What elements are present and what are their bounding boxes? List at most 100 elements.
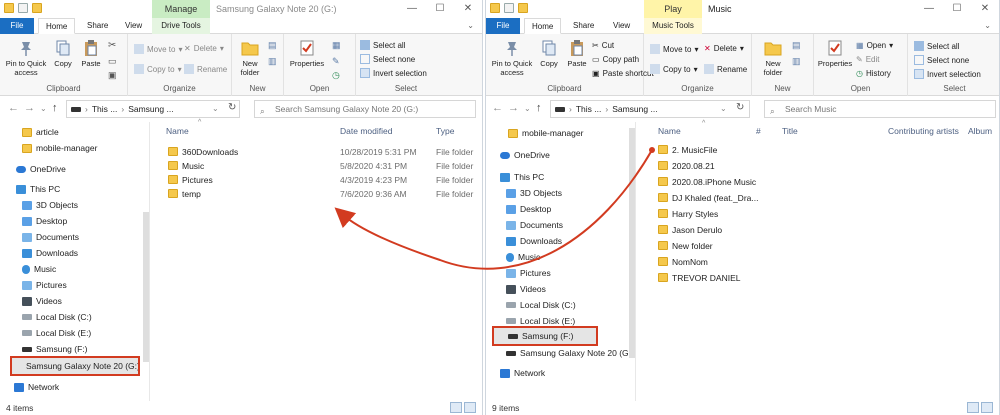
nav-item-documents[interactable]: Documents: [506, 218, 563, 232]
manage-context-tab[interactable]: Manage: [152, 0, 210, 18]
move-to-button[interactable]: Move to ▾: [650, 44, 698, 54]
nav-scrollbar[interactable]: [629, 128, 635, 358]
delete-button[interactable]: ✕ Delete ▾: [704, 44, 744, 53]
paste-shortcut-icon[interactable]: ▣: [108, 70, 117, 81]
minimize-icon[interactable]: —: [398, 0, 426, 18]
new-item-icon[interactable]: ▤: [792, 40, 801, 51]
nav-item-3d-objects[interactable]: 3D Objects: [22, 198, 78, 212]
column-header-type[interactable]: Type: [436, 126, 454, 136]
tab-share[interactable]: Share: [80, 18, 115, 34]
back-icon[interactable]: ←: [492, 102, 503, 114]
column-header-album[interactable]: Album: [968, 126, 992, 136]
tab-share[interactable]: Share: [566, 18, 601, 34]
table-row[interactable]: Music 5/8/2020 4:31 PM File folder: [168, 159, 473, 173]
nav-item-this-pc[interactable]: This PC: [500, 170, 544, 184]
list-item[interactable]: New folder: [658, 239, 713, 253]
copy-path-button[interactable]: ▭ Copy path: [592, 55, 639, 64]
new-folder-qat-icon[interactable]: [32, 3, 42, 13]
forward-icon[interactable]: →: [24, 102, 35, 114]
nav-item-videos[interactable]: Videos: [22, 294, 62, 308]
properties-qat-icon[interactable]: [18, 3, 28, 13]
nav-item-music[interactable]: Music: [22, 262, 56, 276]
nav-item-desktop[interactable]: Desktop: [22, 214, 67, 228]
table-row[interactable]: Pictures 4/3/2019 4:23 PM File folder: [168, 173, 473, 187]
breadcrumb-samsung[interactable]: Samsung ...: [612, 101, 657, 117]
large-icons-view-icon[interactable]: [464, 402, 476, 413]
nav-item-local-disk-e[interactable]: Local Disk (E:): [506, 314, 575, 328]
copy-to-button[interactable]: Copy to ▾: [650, 64, 698, 74]
nav-item-local-disk-c[interactable]: Local Disk (C:): [506, 298, 576, 312]
chevron-down-icon[interactable]: ⌄: [984, 21, 991, 30]
paste-button[interactable]: Paste: [78, 39, 104, 68]
tab-view[interactable]: View: [606, 18, 637, 34]
nav-item-mobile-manager[interactable]: mobile-manager: [508, 126, 583, 140]
column-header-title[interactable]: Title: [782, 126, 798, 136]
nav-item-samsung-galaxy-note-20[interactable]: Samsung Galaxy Note 20 (G:): [10, 356, 140, 376]
list-item[interactable]: 2020.08.iPhone Music: [658, 175, 756, 189]
nav-item-onedrive[interactable]: OneDrive: [16, 162, 66, 176]
invert-selection-button[interactable]: Invert selection: [360, 68, 427, 78]
list-item[interactable]: NomNom: [658, 255, 708, 269]
details-view-icon[interactable]: [450, 402, 462, 413]
tab-home[interactable]: Home: [38, 18, 76, 34]
nav-item-pictures[interactable]: Pictures: [506, 266, 551, 280]
breadcrumb-samsung[interactable]: Samsung ...: [128, 101, 173, 117]
paste-button[interactable]: Paste: [564, 39, 590, 68]
cut-button[interactable]: ✂ Cut: [592, 41, 614, 50]
tab-view[interactable]: View: [118, 18, 149, 34]
nav-item-onedrive[interactable]: OneDrive: [500, 148, 550, 162]
tab-drive-tools[interactable]: Drive Tools: [152, 18, 210, 34]
nav-item-network[interactable]: Network: [14, 380, 59, 394]
cut-icon[interactable]: ✂: [108, 40, 116, 51]
close-icon[interactable]: ✕: [454, 0, 482, 18]
maximize-icon[interactable]: ☐: [943, 0, 971, 18]
edit-button[interactable]: ✎ Edit: [856, 55, 880, 64]
pin-quick-access-button[interactable]: Pin to Quick access: [2, 39, 50, 77]
nav-item-network[interactable]: Network: [500, 366, 545, 380]
large-icons-view-icon[interactable]: [981, 402, 993, 413]
select-none-button[interactable]: Select none: [914, 55, 969, 65]
copy-button[interactable]: Copy: [50, 39, 76, 68]
nav-item-pictures[interactable]: Pictures: [22, 278, 67, 292]
search-input[interactable]: ⌕ Search Samsung Galaxy Note 20 (G:): [254, 100, 476, 118]
copy-button[interactable]: Copy: [536, 39, 562, 68]
select-none-button[interactable]: Select none: [360, 54, 415, 64]
nav-item-samsung-f[interactable]: Samsung (F:): [22, 342, 88, 356]
rename-button[interactable]: Rename: [704, 64, 747, 74]
nav-item-mobile-manager[interactable]: mobile-manager: [22, 141, 97, 155]
new-folder-qat-icon[interactable]: [518, 3, 528, 13]
address-dropdown-icon[interactable]: ⌄: [720, 104, 727, 113]
column-header-name[interactable]: Name: [166, 126, 189, 136]
list-item[interactable]: Jason Derulo: [658, 223, 722, 237]
open-icon[interactable]: ▦: [332, 40, 341, 51]
breadcrumb-this-pc[interactable]: This ...: [576, 101, 602, 117]
column-header-contributing-artists[interactable]: Contributing artists: [888, 126, 959, 136]
properties-qat-icon[interactable]: [504, 3, 514, 13]
nav-item-desktop[interactable]: Desktop: [506, 202, 551, 216]
up-icon[interactable]: ↑: [536, 102, 542, 114]
back-icon[interactable]: ←: [8, 102, 19, 114]
delete-button[interactable]: ✕ Delete ▾: [184, 44, 224, 53]
column-header-number[interactable]: #: [756, 126, 761, 136]
recent-locations-icon[interactable]: ⌄: [524, 104, 531, 113]
tab-music-tools[interactable]: Music Tools: [644, 18, 702, 34]
breadcrumb-this-pc[interactable]: This ...: [92, 101, 118, 117]
list-item[interactable]: 2020.08.21: [658, 159, 715, 173]
chevron-down-icon[interactable]: ⌄: [467, 21, 474, 30]
column-header-name[interactable]: Name: [658, 126, 681, 136]
easy-access-icon[interactable]: ▥: [792, 56, 801, 67]
open-button[interactable]: ▦ Open ▾: [856, 41, 893, 50]
nav-item-article[interactable]: article: [22, 125, 59, 139]
properties-button[interactable]: Properties: [816, 39, 854, 68]
table-row[interactable]: 360Downloads 10/28/2019 5:31 PM File folde…: [168, 145, 473, 159]
nav-item-videos[interactable]: Videos: [506, 282, 546, 296]
new-item-icon[interactable]: ▤: [268, 40, 277, 51]
select-all-button[interactable]: Select all: [360, 40, 405, 50]
history-icon[interactable]: ◷: [332, 70, 340, 81]
select-all-button[interactable]: Select all: [914, 41, 959, 51]
play-context-tab[interactable]: Play: [644, 0, 702, 18]
recent-locations-icon[interactable]: ⌄: [40, 104, 47, 113]
search-input[interactable]: ⌕ Search Music: [764, 100, 996, 118]
rename-button[interactable]: Rename: [184, 64, 227, 74]
nav-item-local-disk-c[interactable]: Local Disk (C:): [22, 310, 92, 324]
